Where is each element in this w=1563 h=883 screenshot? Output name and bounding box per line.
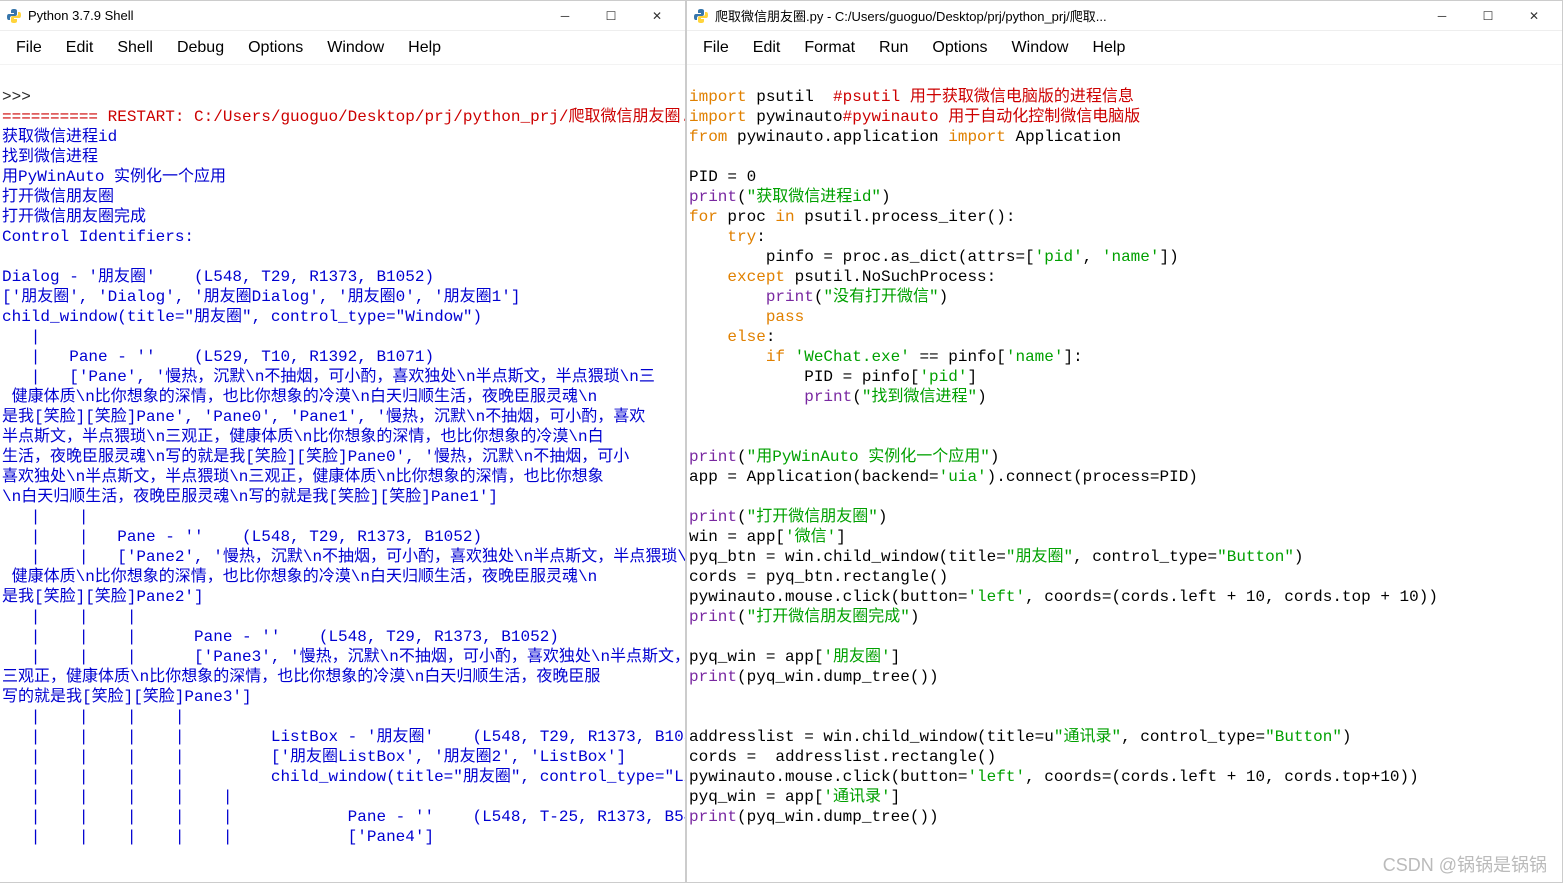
- code-line: print("没有打开微信"): [689, 288, 948, 306]
- code-line: if 'WeChat.exe' == pinfo['name']:: [689, 348, 1083, 366]
- tree-line: 半点斯文，半点猥琐\n三观正，健康体质\n比你想象的深情，也比你想象的冷漠\n白: [2, 428, 604, 446]
- code-line: win = app['微信']: [689, 528, 846, 546]
- code-line: cords = pyq_btn.rectangle(): [689, 568, 948, 586]
- window-title-left: Python 3.7.9 Shell: [28, 8, 543, 23]
- window-title-right: 爬取微信朋友圈.py - C:/Users/guoguo/Desktop/prj…: [715, 6, 1420, 25]
- menu-format[interactable]: Format: [792, 35, 867, 61]
- output-line: 打开微信朋友圈: [2, 188, 114, 206]
- code-line: print(pyq_win.dump_tree()): [689, 668, 939, 686]
- tree-line: 喜欢独处\n半点斯文，半点猥琐\n三观正，健康体质\n比你想象的深情，也比你想象: [2, 468, 604, 486]
- menu-help[interactable]: Help: [1080, 35, 1137, 61]
- code-line: print("打开微信朋友圈完成"): [689, 608, 919, 626]
- code-line: pyq_win = app['通讯录']: [689, 788, 900, 806]
- menu-file[interactable]: File: [4, 35, 54, 61]
- code-line: else:: [689, 328, 775, 346]
- close-button[interactable]: ✕: [1512, 2, 1556, 30]
- python-icon: [693, 8, 709, 24]
- tree-line: ['Pane', '慢热，沉默\n不抽烟，可小酌，喜欢独处\n半点斯文，半点猥琐…: [40, 368, 654, 386]
- menu-options[interactable]: Options: [236, 35, 315, 61]
- menu-run[interactable]: Run: [867, 35, 920, 61]
- minimize-button[interactable]: ─: [543, 2, 587, 30]
- tree-line: Dialog - '朋友圈' (L548, T29, R1373, B1052): [2, 268, 434, 286]
- code-line: pinfo = proc.as_dict(attrs=['pid', 'name…: [689, 248, 1179, 266]
- restart-line: ========== RESTART: C:/Users/guoguo/Desk…: [2, 108, 685, 126]
- code-line: addresslist = win.child_window(title=u"通…: [689, 728, 1352, 746]
- maximize-button[interactable]: ☐: [1466, 2, 1510, 30]
- output-line: 打开微信朋友圈完成: [2, 208, 146, 226]
- tree-line: ['朋友圈', 'Dialog', '朋友圈Dialog', '朋友圈0', '…: [2, 288, 520, 306]
- tree-line: 健康体质\n比你想象的深情，也比你想象的冷漠\n白天归顺生活，夜晚臣服灵魂\n: [2, 388, 597, 406]
- output-line: Control Identifiers:: [2, 228, 194, 246]
- shell-editor[interactable]: >>> ========== RESTART: C:/Users/guoguo/…: [0, 65, 685, 882]
- tree-line: ListBox - '朋友圈' (L548, T29, R1373, B1052…: [184, 728, 685, 746]
- window-controls-right: ─ ☐ ✕: [1420, 2, 1556, 30]
- menu-window[interactable]: Window: [1000, 35, 1081, 61]
- output-line: 获取微信进程id: [2, 128, 117, 146]
- menu-shell[interactable]: Shell: [105, 35, 165, 61]
- code-line: print("找到微信进程"): [689, 388, 987, 406]
- code-line: for proc in psutil.process_iter():: [689, 208, 1015, 226]
- idle-editor-window: 爬取微信朋友圈.py - C:/Users/guoguo/Desktop/prj…: [686, 0, 1563, 883]
- tree-line: \n白天归顺生活，夜晚臣服灵魂\n写的就是我[笑脸][笑脸]Pane1']: [2, 488, 498, 506]
- window-controls-left: ─ ☐ ✕: [543, 2, 679, 30]
- code-line: try:: [689, 228, 766, 246]
- menu-file[interactable]: File: [691, 35, 741, 61]
- code-editor[interactable]: import psutil #psutil 用于获取微信电脑版的进程信息 imp…: [687, 65, 1562, 882]
- code-line: import psutil #psutil 用于获取微信电脑版的进程信息: [689, 88, 1134, 106]
- menu-help[interactable]: Help: [396, 35, 453, 61]
- close-button[interactable]: ✕: [635, 2, 679, 30]
- tree-line: child_window(title="朋友圈", control_type="…: [184, 768, 685, 786]
- tree-line: Pane - '' (L548, T-25, R1373, B545): [232, 808, 685, 826]
- tree-line: ['朋友圈ListBox', '朋友圈2', 'ListBox']: [184, 748, 626, 766]
- code-line: print("用PyWinAuto 实例化一个应用"): [689, 448, 999, 466]
- tree-line: 写的就是我[笑脸][笑脸]Pane3']: [2, 688, 252, 706]
- maximize-button[interactable]: ☐: [589, 2, 633, 30]
- tree-line: child_window(title="朋友圈", control_type="…: [2, 308, 482, 326]
- tree-line: Pane - '' (L529, T10, R1392, B1071): [40, 348, 434, 366]
- code-line: pass: [689, 308, 804, 326]
- code-line: pyq_win = app['朋友圈']: [689, 648, 900, 666]
- tree-line: 三观正，健康体质\n比你想象的深情，也比你想象的冷漠\n白天归顺生活，夜晚臣服: [2, 668, 600, 686]
- menu-window[interactable]: Window: [315, 35, 396, 61]
- menu-debug[interactable]: Debug: [165, 35, 236, 61]
- tree-line: Pane - '' (L548, T29, R1373, B1052): [88, 528, 482, 546]
- tree-line: 是我[笑脸][笑脸]Pane', 'Pane0', 'Pane1', '慢热，沉…: [2, 408, 645, 426]
- output-line: 找到微信进程: [2, 148, 98, 166]
- tree-line: 健康体质\n比你想象的深情，也比你想象的冷漠\n白天归顺生活，夜晚臣服灵魂\n: [2, 568, 597, 586]
- prompt: >>>: [2, 88, 31, 106]
- code-line: print(pyq_win.dump_tree()): [689, 808, 939, 826]
- code-line: print("打开微信朋友圈"): [689, 508, 887, 526]
- tree-line: ['Pane2', '慢热，沉默\n不抽烟，可小酌，喜欢独处\n半点斯文，半点猥…: [88, 548, 685, 566]
- menubar-left: File Edit Shell Debug Options Window Hel…: [0, 31, 685, 65]
- menu-options[interactable]: Options: [920, 35, 999, 61]
- code-line: pywinauto.mouse.click(button='left', coo…: [689, 768, 1419, 786]
- code-line: cords = addresslist.rectangle(): [689, 748, 996, 766]
- tree-line: ['Pane3', '慢热，沉默\n不抽烟，可小酌，喜欢独处\n半点斯文，半点猥: [136, 648, 685, 666]
- tree-line: 生活，夜晚臣服灵魂\n写的就是我[笑脸][笑脸]Pane0', '慢热，沉默\n…: [2, 448, 629, 466]
- code-line: pyq_btn = win.child_window(title="朋友圈", …: [689, 548, 1304, 566]
- output-line: 用PyWinAuto 实例化一个应用: [2, 168, 226, 186]
- tree-line: Pane - '' (L548, T29, R1373, B1052): [136, 628, 558, 646]
- code-line: pywinauto.mouse.click(button='left', coo…: [689, 588, 1438, 606]
- code-line: app = Application(backend='uia').connect…: [689, 468, 1198, 486]
- python-shell-window: Python 3.7.9 Shell ─ ☐ ✕ File Edit Shell…: [0, 0, 686, 883]
- code-line: import pywinauto#pywinauto 用于自动化控制微信电脑版: [689, 108, 1140, 126]
- code-line: except psutil.NoSuchProcess:: [689, 268, 996, 286]
- code-line: PID = pinfo['pid']: [689, 368, 977, 386]
- code-line: print("获取微信进程id"): [689, 188, 891, 206]
- menubar-right: File Edit Format Run Options Window Help: [687, 31, 1562, 65]
- code-line: from pywinauto.application import Applic…: [689, 128, 1121, 146]
- tree-line: 是我[笑脸][笑脸]Pane2']: [2, 588, 204, 606]
- python-icon: [6, 8, 22, 24]
- menu-edit[interactable]: Edit: [741, 35, 793, 61]
- tree-line: ['Pane4']: [232, 828, 434, 846]
- watermark: CSDN @锅锅是锅锅: [1383, 851, 1547, 877]
- titlebar-left: Python 3.7.9 Shell ─ ☐ ✕: [0, 1, 685, 31]
- titlebar-right: 爬取微信朋友圈.py - C:/Users/guoguo/Desktop/prj…: [687, 1, 1562, 31]
- menu-edit[interactable]: Edit: [54, 35, 106, 61]
- code-line: PID = 0: [689, 168, 756, 186]
- minimize-button[interactable]: ─: [1420, 2, 1464, 30]
